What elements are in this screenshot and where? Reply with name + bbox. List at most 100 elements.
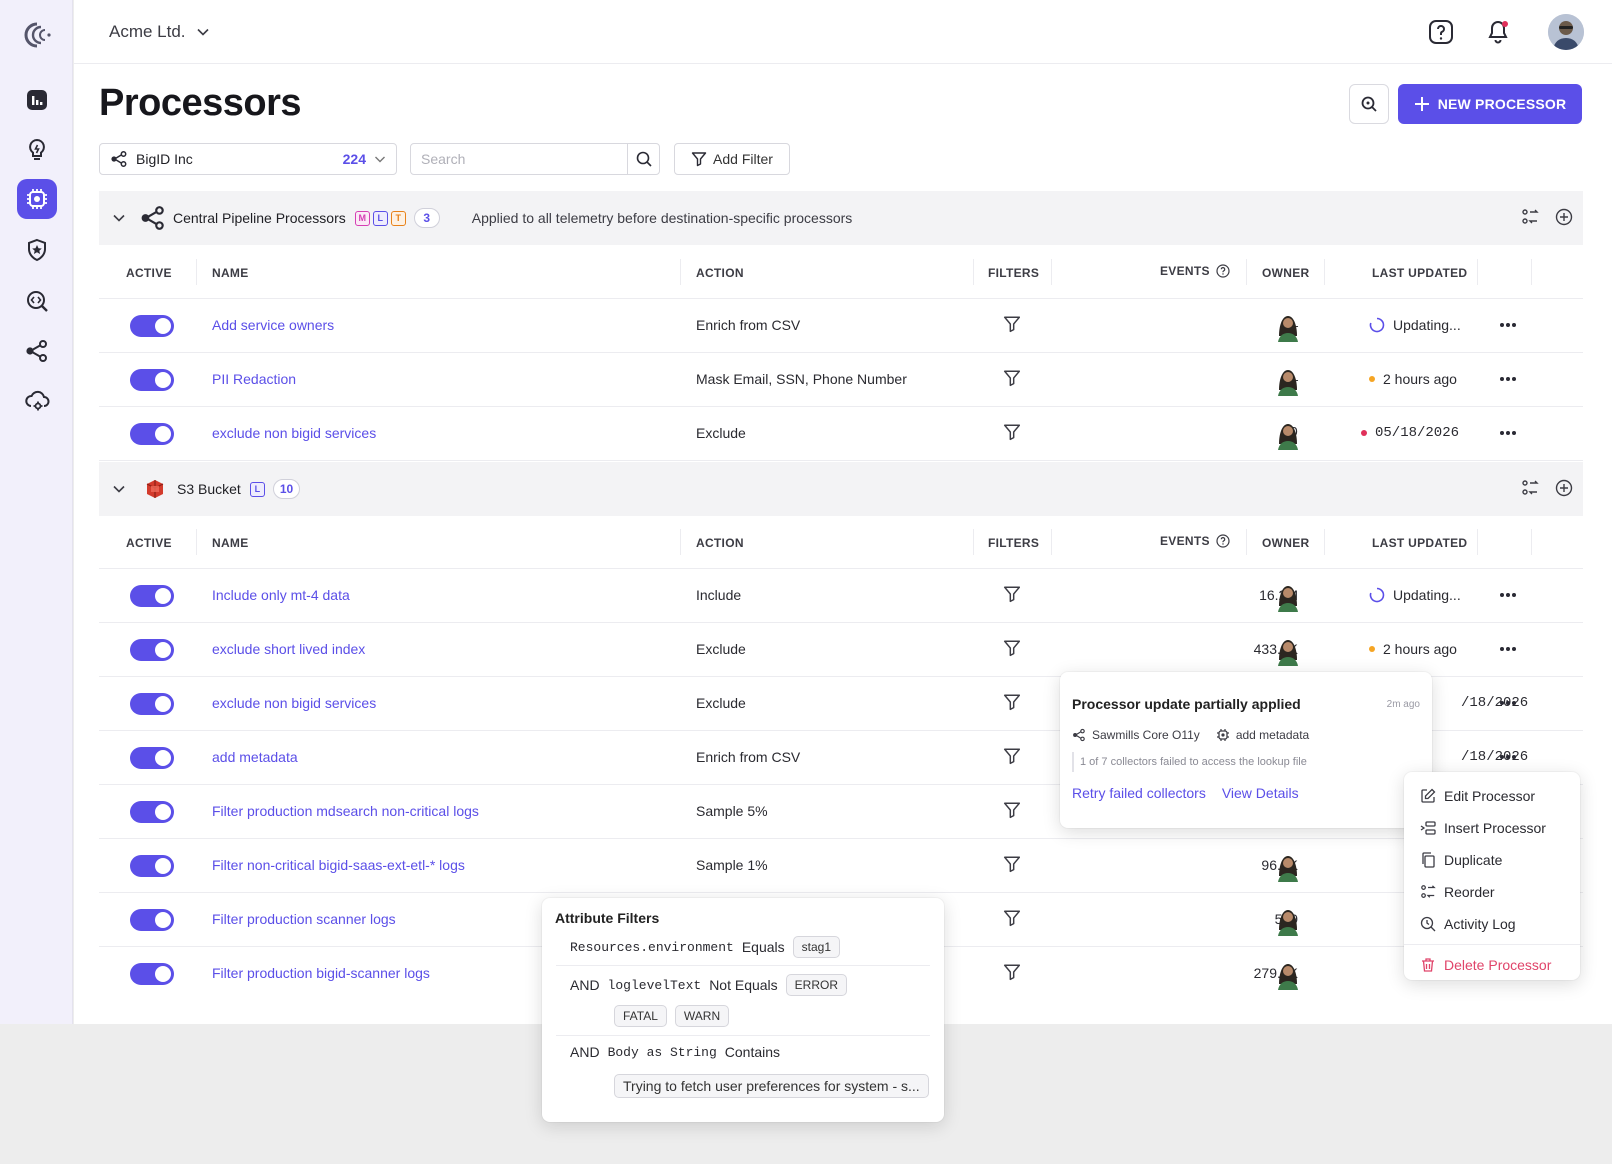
filter-value-chip: WARN <box>674 1005 730 1027</box>
reorder-icon[interactable] <box>1521 479 1539 497</box>
active-toggle[interactable] <box>130 801 174 823</box>
funnel-icon[interactable] <box>1003 639 1021 657</box>
funnel-icon[interactable] <box>1003 801 1021 819</box>
nav-rail <box>0 0 73 1024</box>
add-circle-icon[interactable] <box>1555 208 1573 226</box>
owner-avatar[interactable] <box>1273 418 1303 450</box>
active-toggle[interactable] <box>130 423 174 445</box>
filter-value-chip: ERROR <box>785 974 848 996</box>
popover-meta: Sawmills Core O11y add metadata <box>1072 728 1309 742</box>
processor-name-link[interactable]: Add service owners <box>212 317 334 333</box>
processor-name-link[interactable]: exclude non bigid services <box>212 695 376 711</box>
notifications-bell-icon[interactable] <box>1482 16 1514 48</box>
col-filters: FILTERS <box>988 536 1040 550</box>
org-switcher[interactable]: Acme Ltd. <box>109 22 210 42</box>
organization-select[interactable]: BigID Inc 224 <box>99 143 397 175</box>
funnel-icon[interactable] <box>1003 585 1021 603</box>
processor-name-link[interactable]: add metadata <box>212 749 298 765</box>
owner-avatar[interactable] <box>1273 364 1303 396</box>
active-toggle[interactable] <box>130 585 174 607</box>
menu-item-edit[interactable]: Edit Processor <box>1404 780 1580 812</box>
active-toggle[interactable] <box>130 747 174 769</box>
menu-item-insert[interactable]: Insert Processor <box>1404 812 1580 844</box>
owner-avatar[interactable] <box>1273 850 1303 882</box>
nav-processors-icon[interactable] <box>17 179 57 219</box>
nav-explore-icon[interactable] <box>17 281 57 321</box>
view-details-link[interactable]: View Details <box>1222 785 1299 801</box>
new-processor-button[interactable]: NEW PROCESSOR <box>1398 84 1582 124</box>
owner-avatar[interactable] <box>1273 958 1303 990</box>
traces-badge: T <box>390 210 406 226</box>
funnel-icon[interactable] <box>1003 423 1021 441</box>
processor-name-link[interactable]: PII Redaction <box>212 371 296 387</box>
add-filter-button[interactable]: Add Filter <box>674 143 790 175</box>
menu-item-delete[interactable]: Delete Processor <box>1404 949 1580 981</box>
col-owner: OWNER <box>1262 536 1310 550</box>
table-row[interactable]: Add service owners Enrich from CSV – Upd… <box>99 299 1583 353</box>
help-circle-icon[interactable] <box>1216 534 1230 548</box>
processor-name-link[interactable]: Filter production scanner logs <box>212 911 396 927</box>
nav-cloud-settings-icon[interactable] <box>17 381 57 421</box>
search-toggle-button[interactable] <box>1349 84 1389 124</box>
col-active: ACTIVE <box>126 266 172 280</box>
reorder-icon[interactable] <box>1521 208 1539 226</box>
table-row[interactable]: exclude non bigid services Exclude 0 05/… <box>99 407 1583 461</box>
help-circle-icon[interactable] <box>1216 264 1230 278</box>
owner-avatar[interactable] <box>1273 310 1303 342</box>
table-row[interactable]: PII Redaction Mask Email, SSN, Phone Num… <box>99 353 1583 407</box>
collapse-chevron-icon[interactable] <box>99 482 139 496</box>
menu-item-reorder[interactable]: Reorder <box>1404 876 1580 908</box>
collapse-chevron-icon[interactable] <box>99 211 139 225</box>
processor-name-link[interactable]: exclude short lived index <box>212 641 365 657</box>
active-toggle[interactable] <box>130 369 174 391</box>
funnel-icon[interactable] <box>1003 747 1021 765</box>
help-icon[interactable] <box>1425 16 1457 48</box>
nav-pipelines-icon[interactable] <box>17 331 57 371</box>
pipeline-icon <box>141 206 164 230</box>
retry-failed-collectors-link[interactable]: Retry failed collectors <box>1072 785 1206 801</box>
active-toggle[interactable] <box>130 639 174 661</box>
table-row[interactable]: Include only mt-4 data Include 16.2M Upd… <box>99 569 1583 623</box>
more-options-icon[interactable] <box>1498 315 1518 335</box>
brand-logo-icon[interactable] <box>22 20 52 50</box>
processor-gear-icon <box>1216 729 1229 741</box>
user-avatar[interactable] <box>1548 14 1584 50</box>
table-row[interactable]: Filter non-critical bigid-saas-ext-etl-*… <box>99 839 1583 893</box>
processor-action: Mask Email, SSN, Phone Number <box>696 371 907 387</box>
nav-security-icon[interactable] <box>17 230 57 270</box>
col-events: EVENTS <box>1160 534 1230 548</box>
table-row[interactable]: exclude short lived index Exclude 433.2K… <box>99 623 1583 677</box>
active-toggle[interactable] <box>130 315 174 337</box>
funnel-icon[interactable] <box>1003 693 1021 711</box>
more-options-icon[interactable] <box>1498 585 1518 605</box>
owner-avatar[interactable] <box>1273 904 1303 936</box>
menu-item-activity-log[interactable]: Activity Log <box>1404 908 1580 940</box>
active-toggle[interactable] <box>130 855 174 877</box>
processor-name-link[interactable]: Filter production mdsearch non-critical … <box>212 803 479 819</box>
add-circle-icon[interactable] <box>1555 479 1573 497</box>
funnel-icon[interactable] <box>1003 909 1021 927</box>
funnel-icon[interactable] <box>1003 855 1021 873</box>
active-toggle[interactable] <box>130 693 174 715</box>
processor-name-link[interactable]: Filter non-critical bigid-saas-ext-etl-*… <box>212 857 465 873</box>
more-options-icon[interactable] <box>1498 639 1518 659</box>
search-input[interactable] <box>411 144 627 174</box>
more-options-icon[interactable] <box>1498 423 1518 443</box>
funnel-icon[interactable] <box>1003 369 1021 387</box>
processor-name-link[interactable]: Filter production bigid-scanner logs <box>212 965 430 981</box>
menu-item-duplicate[interactable]: Duplicate <box>1404 844 1580 876</box>
more-options-icon[interactable] <box>1498 693 1518 713</box>
active-toggle[interactable] <box>130 909 174 931</box>
nav-dashboard-icon[interactable] <box>17 80 57 120</box>
funnel-icon[interactable] <box>1003 315 1021 333</box>
owner-avatar[interactable] <box>1273 634 1303 666</box>
processor-name-link[interactable]: exclude non bigid services <box>212 425 376 441</box>
owner-avatar[interactable] <box>1273 580 1303 612</box>
more-options-icon[interactable] <box>1498 369 1518 389</box>
active-toggle[interactable] <box>130 963 174 985</box>
funnel-icon[interactable] <box>1003 963 1021 981</box>
more-options-icon[interactable] <box>1498 747 1518 767</box>
nav-insights-icon[interactable] <box>17 130 57 170</box>
processor-name-link[interactable]: Include only mt-4 data <box>212 587 350 603</box>
search-icon[interactable] <box>627 144 659 174</box>
